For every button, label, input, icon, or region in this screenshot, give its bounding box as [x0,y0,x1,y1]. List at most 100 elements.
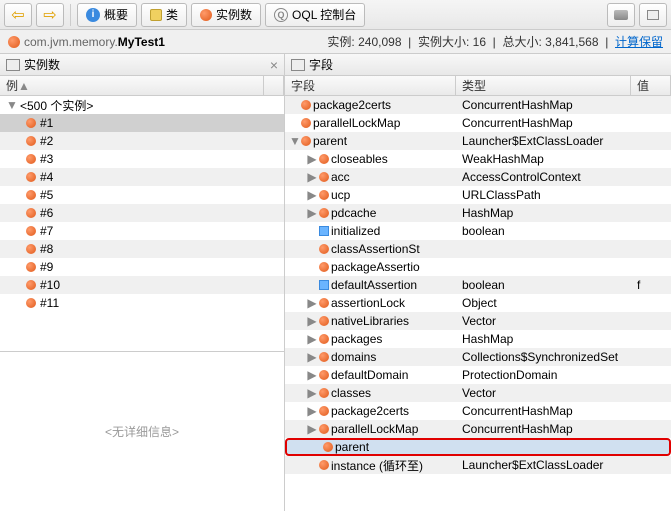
field-name: package2certs [313,98,391,112]
twisty-icon[interactable]: ▶ [307,188,317,202]
object-icon [319,460,329,470]
field-row[interactable]: ▶packagesHashMap [285,330,671,348]
field-row[interactable]: ▶classesVector [285,384,671,402]
class-icon [150,9,162,21]
field-row[interactable]: instance (循环至) Launcher$ExtClassLoader [285,456,671,474]
primitive-icon [319,280,329,290]
instances-button[interactable]: 实例数 [191,3,261,27]
instance-row[interactable]: #9 [0,258,284,276]
field-row[interactable]: ▶accAccessControlContext [285,168,671,186]
instances-list[interactable]: ▼<500 个实例> #1 #2 #3 #4#5#6 #7 #8 #9 #10 #11 [0,96,284,351]
field-type: Launcher$ExtClassLoader [456,458,631,472]
field-row[interactable]: package2certsConcurrentHashMap [285,96,671,114]
col-instance[interactable]: 例 ▲ [0,76,264,95]
forward-button[interactable]: ⇨ [36,3,64,27]
instance-row[interactable]: #3 [0,150,284,168]
field-row[interactable]: ▼parentLauncher$ExtClassLoader [285,132,671,150]
field-row[interactable]: initializedboolean [285,222,671,240]
col-value[interactable]: 值 [631,76,671,95]
twisty-icon[interactable]: ▶ [307,206,317,220]
col-extra[interactable] [264,76,284,95]
field-name: classes [331,386,371,400]
instance-row[interactable]: #1 [0,114,284,132]
object-icon [319,406,329,416]
field-name: assertionLock [331,296,405,310]
instance-row[interactable]: #5 [0,186,284,204]
twisty-icon[interactable]: ▶ [307,404,317,418]
instance-label: #2 [40,134,53,148]
field-row[interactable]: defaultAssertionbooleanf [285,276,671,294]
instance-row[interactable]: #10 [0,276,284,294]
panel-icon [291,59,305,71]
instances-header: 实例数 × [0,54,284,76]
instance-row[interactable]: #4 [0,168,284,186]
object-icon [319,262,329,272]
field-row[interactable]: ▶domainsCollections$SynchronizedSet [285,348,671,366]
field-name: ucp [331,188,350,202]
field-row[interactable]: ▶parallelLockMapConcurrentHashMap [285,420,671,438]
close-icon[interactable]: × [270,57,278,73]
twisty-icon[interactable]: ▶ [307,368,317,382]
instance-icon [26,244,36,254]
instance-label: #7 [40,224,53,238]
instance-group[interactable]: ▼<500 个实例> [0,96,284,114]
twisty-icon[interactable]: ▶ [307,296,317,310]
tool-button-1[interactable] [607,3,635,27]
instance-row[interactable]: #6 [0,204,284,222]
field-name: closeables [331,152,388,166]
instance-row[interactable]: #2 [0,132,284,150]
separator [70,4,71,26]
info-icon: i [86,8,100,22]
field-row[interactable]: ▶defaultDomainProtectionDomain [285,366,671,384]
detail-panel: <无详细信息> [0,351,284,511]
overview-button[interactable]: i概要 [77,3,137,27]
field-row[interactable]: ▶nativeLibrariesVector [285,312,671,330]
twisty-icon[interactable]: ▶ [307,170,317,184]
col-type[interactable]: 类型 [456,76,631,95]
instance-row[interactable]: #11 [0,294,284,312]
twisty-icon[interactable]: ▶ [307,350,317,364]
fields-list[interactable]: package2certsConcurrentHashMapparallelLo… [285,96,671,511]
field-row[interactable]: ▶ ucp URLClassPath [285,186,671,204]
back-button[interactable]: ⇦ [4,3,32,27]
field-row[interactable]: parallelLockMapConcurrentHashMap [285,114,671,132]
field-row[interactable]: ▶pdcacheHashMap [285,204,671,222]
field-row[interactable]: ▶assertionLockObject [285,294,671,312]
instance-icon [26,280,36,290]
object-icon [319,208,329,218]
field-row[interactable]: ▶closeablesWeakHashMap [285,150,671,168]
object-icon [319,244,329,254]
instance-label: #9 [40,260,53,274]
field-type: URLClassPath [456,188,631,202]
field-row[interactable]: ▶package2certsConcurrentHashMap [285,402,671,420]
object-icon [319,190,329,200]
classes-button[interactable]: 类 [141,3,187,27]
object-icon [301,136,311,146]
twisty-icon[interactable]: ▼ [6,98,16,112]
panel-title: 实例数 [24,56,60,73]
field-row[interactable]: packageAssertio [285,258,671,276]
field-name: instance (循环至) [331,457,423,474]
field-row[interactable]: parent [285,438,671,456]
tool-button-2[interactable] [639,3,667,27]
field-name: parallelLockMap [331,422,418,436]
field-name: classAssertionSt [331,242,420,256]
oql-button[interactable]: QOQL 控制台 [265,3,365,27]
object-icon [301,118,311,128]
twisty-icon[interactable]: ▶ [307,332,317,346]
breadcrumb: com.jvm.memory.MyTest1 实例: 240,098 | 实例大… [0,30,671,54]
instance-row[interactable]: #8 [0,240,284,258]
twisty-icon[interactable]: ▶ [307,386,317,400]
twisty-icon[interactable]: ▶ [307,314,317,328]
col-field[interactable]: 字段 [285,76,456,95]
instance-label: #3 [40,152,53,166]
instance-label: #1 [40,116,53,130]
retained-link[interactable]: 计算保留 [615,35,663,49]
instance-label: #10 [40,278,60,292]
field-type: boolean [456,224,631,238]
twisty-icon[interactable]: ▶ [307,152,317,166]
field-row[interactable]: classAssertionSt [285,240,671,258]
twisty-icon[interactable]: ▶ [307,422,317,436]
twisty-icon[interactable]: ▼ [289,134,299,148]
instance-row[interactable]: #7 [0,222,284,240]
